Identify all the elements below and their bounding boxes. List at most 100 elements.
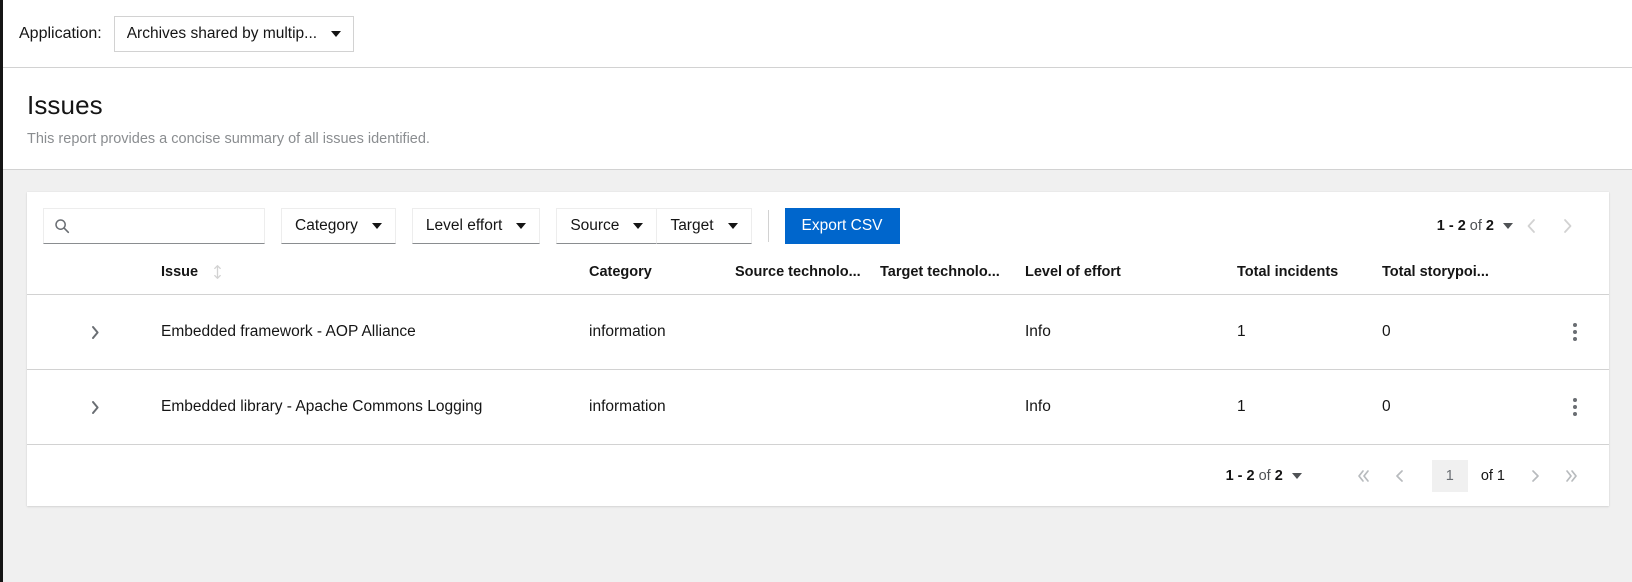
chevron-down-icon (728, 223, 738, 229)
filter-level-effort-label: Level effort (426, 217, 502, 235)
sort-icon (213, 265, 222, 279)
cell-level-of-effort: Info (1025, 295, 1237, 370)
double-chevron-right-icon (1563, 468, 1579, 484)
cell-total-incidents: 1 (1237, 295, 1382, 370)
top-pagination-range: 1 - 2 (1437, 218, 1466, 234)
th-category: Category (589, 258, 735, 295)
application-bar: Application: Archives shared by multip..… (3, 0, 1632, 68)
chevron-down-icon (633, 223, 643, 229)
chevron-down-icon (516, 223, 526, 229)
th-source-technology: Source technolo... (735, 258, 880, 295)
cell-issue: Embedded framework - AOP Alliance (105, 295, 589, 370)
chevron-left-icon (1526, 218, 1537, 234)
th-actions (1542, 258, 1609, 295)
filter-group-2: Level effort (412, 208, 540, 244)
search-box[interactable] (43, 208, 265, 244)
row-actions-kebab-icon[interactable] (1560, 392, 1590, 422)
double-chevron-left-icon (1356, 468, 1372, 484)
cell-category: information (589, 370, 735, 445)
top-pagination-dropdown-icon[interactable] (1503, 223, 1513, 229)
page-title: Issues (27, 90, 1608, 121)
toolbar-divider (768, 210, 769, 242)
cell-total-storypoints: 0 (1382, 295, 1542, 370)
filter-group-1: Category (281, 208, 396, 244)
row-toggle-cell (27, 370, 105, 445)
th-toggle (27, 258, 105, 295)
bottom-pagination-last-button[interactable] (1553, 458, 1589, 494)
th-issue[interactable]: Issue (105, 258, 589, 295)
issues-table: Issue Category Source technolo... Target… (27, 258, 1609, 444)
filter-level-effort[interactable]: Level effort (412, 208, 540, 244)
caret-down-icon (331, 31, 341, 37)
chevron-right-icon (90, 325, 100, 340)
cell-category: information (589, 295, 735, 370)
chevron-right-icon (1530, 468, 1541, 484)
top-pagination-next-button[interactable] (1549, 208, 1585, 244)
search-input[interactable] (76, 217, 254, 236)
export-csv-button[interactable]: Export CSV (785, 208, 900, 244)
table-row: Embedded library - Apache Commons Loggin… (27, 370, 1609, 445)
chevron-right-icon (1562, 218, 1573, 234)
bottom-pagination-range: 1 - 2 (1226, 468, 1255, 484)
page-root: Application: Archives shared by multip..… (0, 0, 1632, 582)
page-header: Issues This report provides a concise su… (3, 68, 1632, 170)
issues-card: Category Level effort Source (27, 192, 1609, 506)
table-row: Embedded framework - AOP Alliance inform… (27, 295, 1609, 370)
bottom-pagination-total: 2 (1275, 468, 1283, 484)
filter-source-label: Source (570, 217, 619, 235)
top-pagination-total: 2 (1486, 218, 1494, 234)
th-total-incidents: Total incidents (1237, 258, 1382, 295)
row-toggle-cell (27, 295, 105, 370)
row-actions-kebab-icon[interactable] (1560, 317, 1590, 347)
cell-actions (1542, 370, 1609, 445)
table-header-row: Issue Category Source technolo... Target… (27, 258, 1609, 295)
cell-actions (1542, 295, 1609, 370)
chevron-right-icon (90, 400, 100, 415)
content-area: Category Level effort Source (3, 170, 1632, 582)
top-pagination-prev-button[interactable] (1513, 208, 1549, 244)
filter-category[interactable]: Category (281, 208, 396, 244)
bottom-pagination-prev-button[interactable] (1382, 458, 1418, 494)
bottom-pagination-of: of (1259, 468, 1271, 484)
row-expand-toggle[interactable] (79, 391, 111, 423)
th-issue-label: Issue (161, 264, 198, 280)
filter-group-3: Source Target (556, 208, 751, 244)
filter-target[interactable]: Target (657, 208, 751, 244)
application-label: Application: (19, 25, 102, 43)
bottom-pagination-first-button[interactable] (1346, 458, 1382, 494)
cell-source-technology (735, 370, 880, 445)
filter-category-label: Category (295, 217, 358, 235)
bottom-pagination-nav: of 1 (1346, 458, 1589, 494)
search-icon (54, 218, 70, 234)
bottom-pagination-next-button[interactable] (1517, 458, 1553, 494)
page-description: This report provides a concise summary o… (27, 131, 1608, 147)
top-pagination-count: 1 - 2 of 2 (1437, 218, 1494, 234)
cell-target-technology (880, 295, 1025, 370)
th-total-storypoints: Total storypoi... (1382, 258, 1542, 295)
cell-source-technology (735, 295, 880, 370)
bottom-pagination-count: 1 - 2 of 2 (1226, 468, 1283, 484)
cell-target-technology (880, 370, 1025, 445)
table-header: Issue Category Source technolo... Target… (27, 258, 1609, 295)
top-pagination: 1 - 2 of 2 (1437, 208, 1585, 244)
th-target-technology: Target technolo... (880, 258, 1025, 295)
top-pagination-of: of (1470, 218, 1482, 234)
cell-total-incidents: 1 (1237, 370, 1382, 445)
bottom-pagination: 1 - 2 of 2 of 1 (27, 444, 1609, 506)
application-select[interactable]: Archives shared by multip... (114, 16, 354, 52)
table-toolbar: Category Level effort Source (27, 192, 1609, 258)
filter-source[interactable]: Source (556, 208, 657, 244)
filter-target-label: Target (670, 217, 713, 235)
table-body: Embedded framework - AOP Alliance inform… (27, 295, 1609, 445)
cell-total-storypoints: 0 (1382, 370, 1542, 445)
row-expand-toggle[interactable] (79, 316, 111, 348)
chevron-left-icon (1394, 468, 1405, 484)
bottom-pagination-dropdown-icon[interactable] (1292, 473, 1302, 479)
th-level-of-effort: Level of effort (1025, 258, 1237, 295)
cell-issue: Embedded library - Apache Commons Loggin… (105, 370, 589, 445)
cell-level-of-effort: Info (1025, 370, 1237, 445)
page-number-input[interactable] (1432, 460, 1468, 492)
total-pages-label: of 1 (1481, 468, 1505, 484)
application-select-value: Archives shared by multip... (127, 25, 321, 43)
chevron-down-icon (372, 223, 382, 229)
